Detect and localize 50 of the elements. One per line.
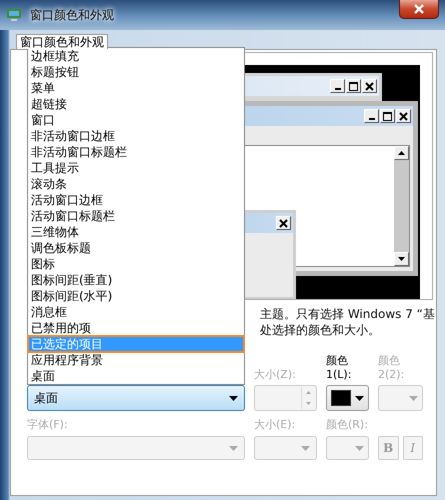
list-item[interactable]: 工具提示 (28, 160, 244, 176)
list-item[interactable]: 活动窗口标题栏 (28, 208, 244, 224)
scroll-down-icon (398, 257, 405, 261)
list-item[interactable]: 菜单 (28, 80, 244, 96)
list-item[interactable]: 活动窗口边框 (28, 192, 244, 208)
list-item[interactable]: 桌面 (28, 368, 244, 384)
list-item[interactable]: 调色板标题 (28, 240, 244, 256)
window-title: 窗口颜色和外观 (30, 6, 114, 24)
dropdown-arrow-icon (355, 396, 364, 400)
color-picker[interactable] (326, 385, 369, 411)
maximize-icon (380, 109, 395, 123)
close-icon (396, 109, 411, 123)
list-item[interactable]: 超链接 (28, 96, 244, 112)
list-item[interactable]: 窗口 (28, 112, 244, 128)
list-item[interactable]: 滚动条 (28, 176, 244, 192)
close-icon (413, 4, 425, 14)
dropdown-arrow-icon (409, 396, 418, 400)
list-item[interactable]: 应用程序背景 (28, 352, 244, 368)
list-item[interactable]: 消息框 (28, 304, 244, 320)
dropdown-arrow-icon (229, 396, 238, 400)
dropdown-arrow-icon (355, 446, 364, 450)
field-label: 颜色 2(2): (378, 354, 406, 382)
list-item[interactable]: 非活动窗口标题栏 (28, 144, 244, 160)
field-label: 字体(F): (27, 418, 68, 431)
close-icon (362, 79, 377, 93)
dropdown[interactable]: 桌面 (27, 385, 245, 411)
list-item[interactable]: 已禁用的项 (28, 320, 244, 336)
field-label: 大小(Z): (254, 368, 296, 382)
field-label: 颜色(R): (326, 418, 368, 431)
list-item[interactable]: 图标间距(水平) (28, 288, 244, 304)
tab[interactable]: 窗口颜色和外观 (16, 34, 108, 49)
list-item[interactable]: 三维物体 (28, 224, 244, 240)
field-label: 颜色 1(L): (326, 354, 352, 382)
maximize-icon (346, 79, 361, 93)
field-label: 大小(E): (254, 418, 296, 431)
list-item[interactable]: 图标 (28, 256, 244, 272)
description-text: 主题。只有选择 Windows 7 “基 (260, 306, 436, 322)
description-text: 处选择的颜色和大小。 (260, 322, 381, 338)
minimize-icon (364, 109, 379, 123)
list-item[interactable]: 边框填充 (28, 48, 244, 64)
close-button[interactable] (399, 0, 439, 19)
close-icon (276, 216, 291, 230)
dropdown-arrow-icon (229, 446, 238, 450)
display-icon (6, 8, 22, 22)
scroll-up-icon (398, 151, 405, 155)
list-item[interactable]: 标题按钮 (28, 64, 244, 80)
dropdown-arrow-icon (301, 446, 310, 450)
list-item[interactable]: 非活动窗口边框 (28, 128, 244, 144)
minimize-icon (330, 79, 345, 93)
list-item[interactable]: 图标间距(垂直) (28, 272, 244, 288)
